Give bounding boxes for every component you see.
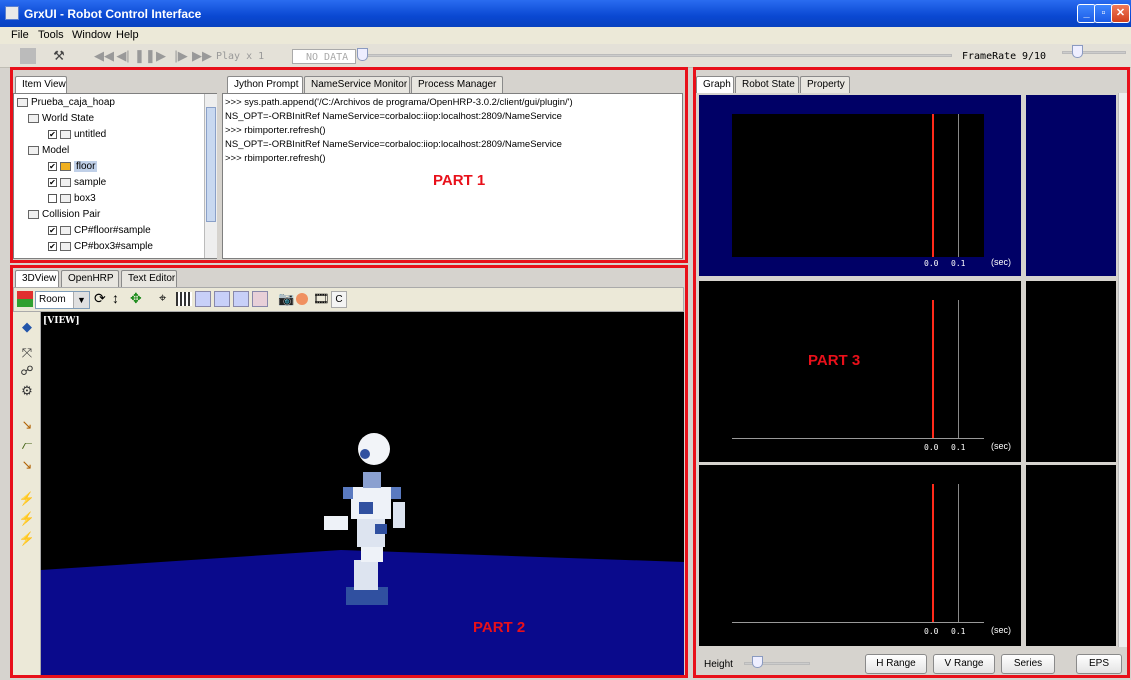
app-icon [5,6,19,20]
play-icon[interactable]: ▶ [152,47,170,65]
menu-window[interactable]: Window [72,29,111,41]
data-status: NO DATA [306,52,349,63]
framerate-slider-thumb[interactable] [1072,45,1083,58]
framerate-value: 9/10 [1022,51,1047,62]
menu-bar: File Tools Window Help [0,27,1131,44]
step-forward-icon[interactable]: |▶ [172,47,190,65]
part2-outline [10,265,688,678]
part2-label: PART 2 [473,619,526,636]
toolbar: ⚒ ◀◀ ◀| ❚❚ ▶ |▶ ▶▶ Play x 1 NO DATA Fram… [0,44,1131,68]
window-title: GrxUI - Robot Control Interface [24,7,202,21]
menu-tools[interactable]: Tools [38,29,64,41]
robot-tool-icon[interactable]: ⚒ [50,47,68,65]
close-button[interactable]: ✕ [1111,4,1130,23]
menu-file[interactable]: File [11,29,29,41]
part1-label: PART 1 [433,172,486,189]
part3-outline [693,67,1130,678]
part1-outline [10,67,688,263]
step-back-icon[interactable]: ◀| [114,47,132,65]
data-status-box: NO DATA [292,49,356,64]
title-bar: GrxUI - Robot Control Interface _ ▫ ✕ [0,0,1131,27]
part3-label: PART 3 [808,352,861,369]
time-slider[interactable] [362,54,952,57]
stop-icon[interactable] [20,48,36,64]
pause-icon[interactable]: ❚❚ [134,47,156,65]
rewind-icon[interactable]: ◀◀ [94,47,114,65]
menu-help[interactable]: Help [116,29,139,41]
time-slider-thumb[interactable] [357,48,368,61]
fast-forward-icon[interactable]: ▶▶ [192,47,212,65]
framerate-label: FrameRate [962,51,1017,62]
play-speed-label: Play x 1 [216,51,265,62]
